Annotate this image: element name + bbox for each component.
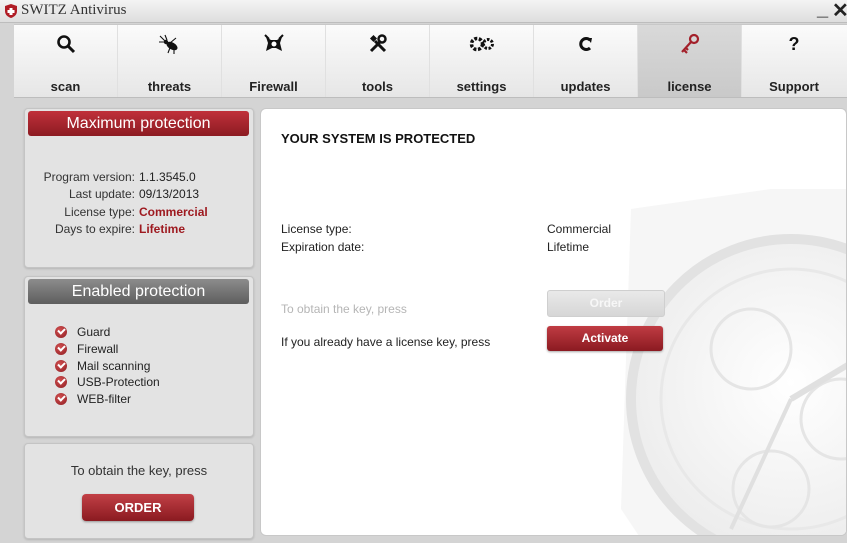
- protection-item-web-filter: WEB-filter: [55, 391, 131, 407]
- gears-icon: [469, 36, 494, 52]
- tab-updates-label: updates: [560, 79, 611, 94]
- tab-updates[interactable]: updates: [534, 25, 638, 97]
- tab-license-label: license: [667, 79, 712, 94]
- protection-item-firewall: Firewall: [55, 341, 118, 357]
- program-version-row: Program version: 1.1.3545.0: [25, 170, 253, 186]
- program-version-label: Program version:: [43, 170, 135, 184]
- days-to-expire-row: Days to expire: Lifetime: [25, 222, 253, 238]
- check-icon: [55, 393, 67, 405]
- check-icon: [55, 326, 67, 338]
- protection-panel: Enabled protection Guard Firewall Mail s…: [24, 276, 254, 437]
- app-window: SWITZ Antivirus _ ✕ scan threats Firewal…: [0, 0, 847, 543]
- protection-item-label: Firewall: [77, 342, 119, 356]
- license-type-value: Commercial: [547, 222, 612, 236]
- tab-threats[interactable]: threats: [118, 25, 222, 97]
- check-icon: [55, 360, 67, 372]
- title-bar: SWITZ Antivirus _ ✕: [0, 0, 847, 23]
- protection-item-label: Guard: [77, 325, 111, 339]
- expiration-date-label: Expiration date:: [281, 240, 365, 254]
- obtain-key-text: To obtain the key, press: [281, 302, 407, 316]
- expiration-date-value: Lifetime: [547, 240, 590, 254]
- minimize-button[interactable]: _: [817, 0, 828, 20]
- order-panel-text: To obtain the key, press: [70, 463, 208, 478]
- program-version-value: 1.1.3545.0: [139, 170, 196, 184]
- status-panel-header: Maximum protection: [28, 111, 249, 136]
- question-icon: ?: [788, 33, 800, 54]
- check-icon: [55, 376, 67, 388]
- last-update-value: 09/13/2013: [139, 187, 200, 201]
- order-button[interactable]: ORDER: [82, 494, 194, 521]
- refresh-icon: [578, 37, 592, 51]
- firewall-icon: [263, 34, 284, 51]
- license-content: YOUR SYSTEM IS PROTECTED License type: C…: [260, 108, 847, 536]
- protection-item-label: WEB-filter: [77, 392, 131, 406]
- activate-text: If you already have a license key, press: [281, 335, 491, 349]
- window-title: SWITZ Antivirus: [21, 2, 127, 18]
- tools-icon: [369, 34, 387, 53]
- status-panel: Maximum protection Program version: 1.1.…: [24, 108, 254, 268]
- tab-firewall[interactable]: Firewall: [222, 25, 326, 97]
- close-button[interactable]: ✕: [832, 0, 847, 22]
- license-type-label: License type:: [64, 205, 135, 219]
- bug-icon: [158, 34, 177, 54]
- tab-scan[interactable]: scan: [14, 25, 118, 97]
- tab-threats-label: threats: [147, 79, 192, 94]
- activate-button[interactable]: Activate: [547, 326, 663, 351]
- magnifier-icon: [56, 35, 75, 54]
- shield-logo-icon: [5, 4, 17, 18]
- protection-item-label: USB-Protection: [77, 375, 160, 389]
- protection-item-usb-protection: USB-Protection: [55, 374, 160, 390]
- tab-tools-label: tools: [361, 79, 394, 94]
- license-type-value: Commercial: [139, 205, 208, 219]
- tab-support[interactable]: ? Support: [742, 25, 846, 97]
- tab-license[interactable]: license: [638, 25, 742, 97]
- days-to-expire-label: Days to expire:: [54, 222, 135, 236]
- tab-tools[interactable]: tools: [326, 25, 430, 97]
- tab-firewall-label: Firewall: [249, 79, 298, 94]
- license-type-row: License type: Commercial: [25, 205, 253, 221]
- watch-background-image: [621, 189, 846, 535]
- tab-scan-label: scan: [50, 79, 81, 94]
- days-to-expire-value: Lifetime: [139, 222, 186, 236]
- tab-settings-label: settings: [456, 79, 507, 94]
- protection-item-mail-scanning: Mail scanning: [55, 358, 150, 374]
- tab-support-label: Support: [769, 79, 819, 94]
- order-key-button[interactable]: Order: [547, 290, 665, 317]
- protection-panel-header: Enabled protection: [28, 279, 249, 304]
- main-toolbar: scan threats Firewall tools settings upd…: [14, 24, 847, 98]
- key-icon: [680, 33, 699, 54]
- tab-settings[interactable]: settings: [430, 25, 534, 97]
- last-update-label: Last update:: [68, 187, 135, 201]
- check-icon: [55, 343, 67, 355]
- protection-item-guard: Guard: [55, 324, 110, 340]
- protection-item-label: Mail scanning: [77, 359, 151, 373]
- status-title: YOUR SYSTEM IS PROTECTED: [281, 131, 476, 146]
- last-update-row: Last update: 09/13/2013: [25, 187, 253, 203]
- order-panel: To obtain the key, press ORDER: [24, 443, 254, 539]
- license-type-label: License type:: [281, 222, 352, 236]
